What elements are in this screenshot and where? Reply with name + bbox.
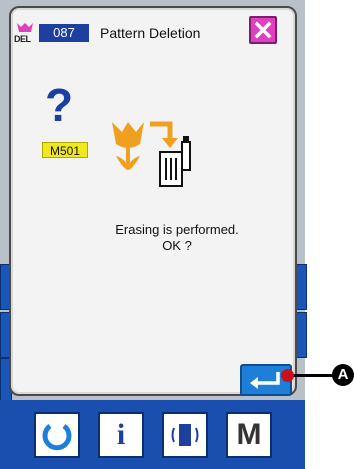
message-code-badge: M501 [42, 142, 88, 158]
pattern-to-trash-icon [112, 121, 191, 187]
ready-circle-icon [42, 423, 72, 451]
message-line-1: Erasing is performed. [115, 222, 239, 237]
mode-button[interactable]: M [226, 412, 272, 458]
information-button[interactable]: i [98, 412, 144, 458]
communication-icon [171, 424, 199, 446]
confirmation-message: Erasing is performed. OK ? [0, 222, 354, 254]
question-mark-icon: ? [45, 79, 74, 131]
callout-dot [281, 369, 294, 382]
info-icon: i [116, 418, 126, 451]
dialog-title-bar: DEL 087 Pattern Deletion [10, 14, 344, 44]
communication-button[interactable] [162, 412, 208, 458]
delete-tulip-icon: DEL [14, 22, 36, 44]
dialog-title: Pattern Deletion [100, 25, 201, 41]
callout-label: A [332, 364, 354, 386]
message-line-2: OK ? [162, 238, 192, 253]
mode-label: M [236, 418, 262, 451]
bottom-toolbar: i M [0, 400, 305, 469]
ready-button[interactable] [34, 412, 80, 458]
delete-icon-caption: DEL [14, 34, 31, 44]
pattern-deletion-dialog [9, 6, 297, 396]
close-icon [254, 21, 272, 39]
close-button[interactable] [249, 16, 277, 44]
pattern-number-badge: 087 [39, 24, 89, 42]
